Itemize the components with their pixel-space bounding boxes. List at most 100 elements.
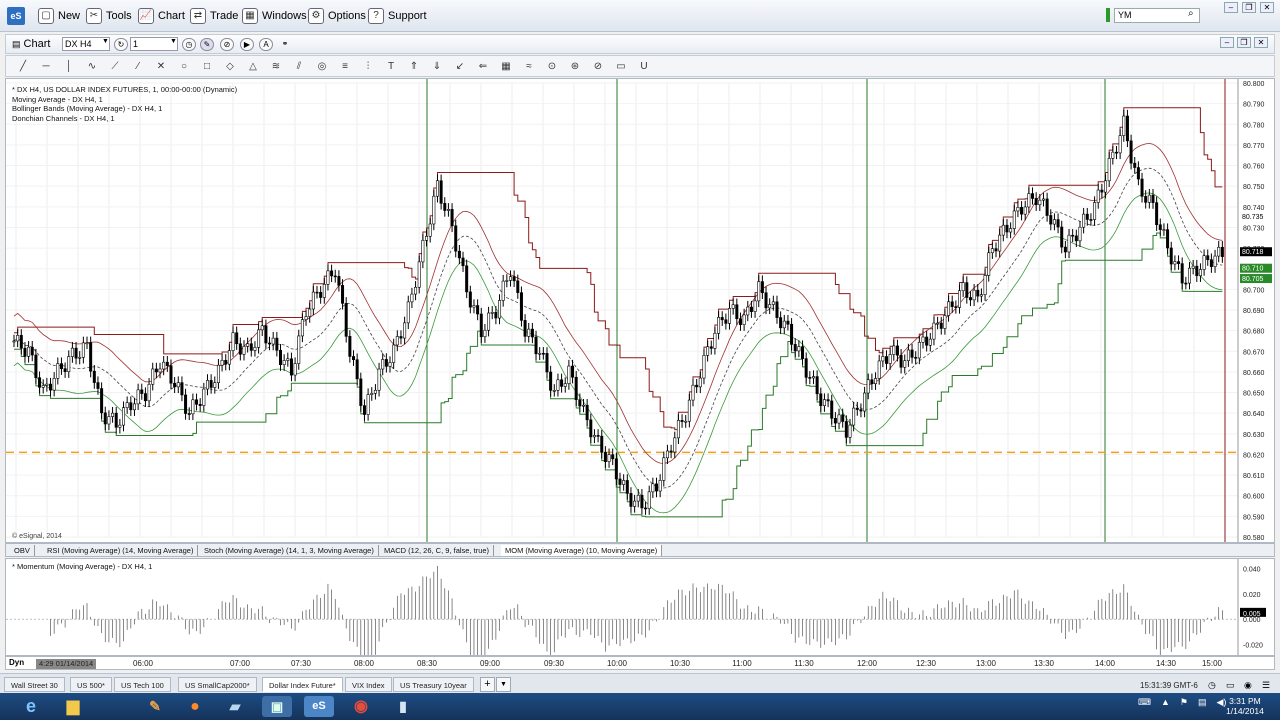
draw-tool-17-icon[interactable]: T	[384, 60, 398, 73]
legend-line[interactable]: * DX H4, US DOLLAR INDEX FUTURES, 1, 00:…	[12, 85, 237, 95]
network-icon[interactable]: ▤	[1198, 697, 1207, 708]
dyn-label[interactable]: Dyn	[9, 658, 24, 667]
symbol-dropdown-icon[interactable]: ▼	[102, 38, 109, 45]
draw-tool-6-icon[interactable]: ⁄	[131, 60, 145, 73]
draw-tool-15-icon[interactable]: ≡	[338, 60, 352, 73]
menu-support[interactable]: ? Support	[368, 6, 427, 26]
draw-tool-26-icon[interactable]: ⊘	[591, 60, 605, 73]
taskbar-clock[interactable]: 3:31 PM 1/14/2014	[1226, 696, 1264, 716]
file-explorer-icon[interactable]: ▆	[58, 696, 88, 717]
momentum-legend: * Momentum (Moving Average) - DX H4, 1	[12, 562, 153, 571]
draw-tool-14-icon[interactable]: ◎	[315, 60, 329, 73]
momentum-pane[interactable]: 0.040 0.020 0.005 0.000 -0.020 * Momentum (M…	[5, 558, 1275, 668]
candle-body	[793, 344, 797, 352]
esignal-taskbar-icon[interactable]: eS	[304, 696, 334, 717]
draw-tool-28-icon[interactable]: U	[637, 60, 651, 73]
tray-arrow-icon[interactable]: ▲	[1161, 697, 1170, 708]
draw-tool-7-icon[interactable]: ✕	[154, 60, 168, 73]
indicator-tab-4[interactable]: MACD (12, 26, C, 9, false, true)	[380, 545, 495, 556]
chart-restore-icon[interactable]: ❐	[1237, 37, 1251, 48]
draw-tool-12-icon[interactable]: ≋	[269, 60, 283, 73]
firefox-icon[interactable]: ●	[180, 696, 210, 717]
candle-body	[552, 390, 556, 392]
menu-tools[interactable]: ✂ Tools	[86, 6, 132, 26]
menu-windows[interactable]: ▦ Windows	[242, 6, 307, 26]
draw-tool-24-icon[interactable]: ⊙	[545, 60, 559, 73]
close-icon[interactable]: ✕	[1260, 2, 1274, 13]
indicator-tab-1[interactable]: OBV	[10, 545, 35, 556]
app-tool-icon[interactable]: ✎	[140, 696, 170, 717]
draw-tool-22-icon[interactable]: ▦	[499, 60, 513, 73]
draw-tool-5-icon[interactable]: ⟋	[108, 60, 122, 73]
draw-tool-27-icon[interactable]: ▭	[614, 60, 628, 73]
refresh-icon[interactable]: ↻	[114, 38, 128, 51]
page-tab-us-500[interactable]: US 500*	[70, 677, 112, 692]
draw-tool-8-icon[interactable]: ○	[177, 60, 191, 73]
volume-icon[interactable]: ◀)	[1217, 697, 1227, 708]
candle-body	[830, 400, 834, 419]
legend-line[interactable]: Bollinger Bands (Moving Average) - DX H4…	[12, 104, 237, 114]
candle-body	[644, 507, 648, 510]
cursor-sync-icon[interactable]: ⊘	[220, 38, 234, 51]
document-app-icon[interactable]: ▮	[388, 696, 418, 717]
page-tab-dollar-index-future[interactable]: Dollar Index Future*	[262, 677, 343, 692]
draw-tool-11-icon[interactable]: △	[246, 60, 260, 73]
page-tab-us-tech-100[interactable]: US Tech 100	[114, 677, 171, 692]
internet-explorer-icon[interactable]: e	[16, 696, 46, 717]
draw-tool-10-icon[interactable]: ◇	[223, 60, 237, 73]
draw-tool-13-icon[interactable]: ⫽	[292, 60, 306, 73]
chart-minimize-icon[interactable]: –	[1220, 37, 1234, 48]
esignal-logo-icon[interactable]: eS	[7, 7, 25, 25]
alert-icon[interactable]: A	[259, 38, 273, 51]
menu-trade[interactable]: ⇄ Trade	[190, 6, 238, 26]
page-tab-us-smallcap2000[interactable]: US SmallCap2000*	[178, 677, 257, 692]
link-icon[interactable]: ⚭	[278, 38, 292, 51]
legend-line[interactable]: Donchian Channels - DX H4, 1	[12, 114, 237, 124]
indicator-tab-3[interactable]: Stoch (Moving Average) (14, 1, 3, Moving…	[200, 545, 379, 556]
candle-body	[1166, 229, 1170, 249]
menu-options[interactable]: ⚙ Options	[308, 6, 366, 26]
draw-tool-1-icon[interactable]: ╱	[16, 60, 30, 73]
legend-line[interactable]: Moving Average - DX H4, 1	[12, 95, 237, 105]
page-tab-us-treasury-10year[interactable]: US Treasury 10year	[393, 677, 474, 692]
candle-body	[1089, 219, 1093, 221]
play-icon[interactable]: ▶	[240, 38, 254, 51]
link-color-icon[interactable]	[1106, 8, 1110, 22]
draw-tool-25-icon[interactable]: ⊛	[568, 60, 582, 73]
draw-tool-4-icon[interactable]: ∿	[85, 60, 99, 73]
draw-tool-23-icon[interactable]: ≈	[522, 60, 536, 73]
page-tab-vix-index[interactable]: VIX Index	[345, 677, 392, 692]
draw-tool-18-icon[interactable]: ⇑	[407, 60, 421, 73]
page-tabs-dropdown-icon[interactable]: ▼	[496, 677, 511, 692]
add-page-tab-button[interactable]: +	[480, 677, 495, 692]
draw-tool-16-icon[interactable]: ⫶	[361, 60, 375, 73]
draw-tool-20-icon[interactable]: ↙	[453, 60, 467, 73]
draw-pencil-icon[interactable]: ✎	[200, 38, 214, 51]
chrome-icon[interactable]: ◉	[346, 696, 376, 717]
candle-body	[187, 413, 191, 415]
indicator-tab-5[interactable]: MOM (Moving Average) (10, Moving Average…	[501, 545, 663, 556]
menu-chart[interactable]: 📈 Chart	[138, 6, 185, 26]
time-template-icon[interactable]: ◷	[182, 38, 196, 51]
search-icon[interactable]: ⌕	[1188, 8, 1194, 19]
candle-body	[560, 379, 564, 387]
indicator-tab-2[interactable]: RSI (Moving Average) (14, Moving Average…	[43, 545, 199, 556]
page-tab-wall-street-30[interactable]: Wall Street 30	[4, 677, 65, 692]
menu-new[interactable]: ▢ New	[38, 6, 80, 26]
chart-close-icon[interactable]: ✕	[1254, 37, 1268, 48]
restore-icon[interactable]: ❐	[1242, 2, 1256, 13]
draw-tool-9-icon[interactable]: □	[200, 60, 214, 73]
menubar: eS ▢ New ✂ Tools 📈 Chart ⇄ Trade ▦ Windows ⚙ Option…	[0, 0, 1280, 32]
minimize-icon[interactable]: –	[1224, 2, 1238, 13]
notepad-icon[interactable]: ▰	[220, 696, 250, 717]
draw-tool-2-icon[interactable]: ─	[39, 60, 53, 73]
draw-tool-3-icon[interactable]: │	[62, 60, 76, 73]
draw-tool-19-icon[interactable]: ⇓	[430, 60, 444, 73]
interval-dropdown-icon[interactable]: ▼	[170, 38, 177, 45]
candle-body	[1114, 151, 1118, 154]
price-chart[interactable]: 80.800 80.790 80.780 80.770 80.760 80.750 80.7…	[5, 78, 1275, 543]
draw-tool-21-icon[interactable]: ⇐	[476, 60, 490, 73]
computer-icon[interactable]: ▣	[262, 696, 292, 717]
flag-icon[interactable]: ⚑	[1180, 697, 1188, 708]
keyboard-icon[interactable]: ⌨	[1138, 697, 1151, 708]
